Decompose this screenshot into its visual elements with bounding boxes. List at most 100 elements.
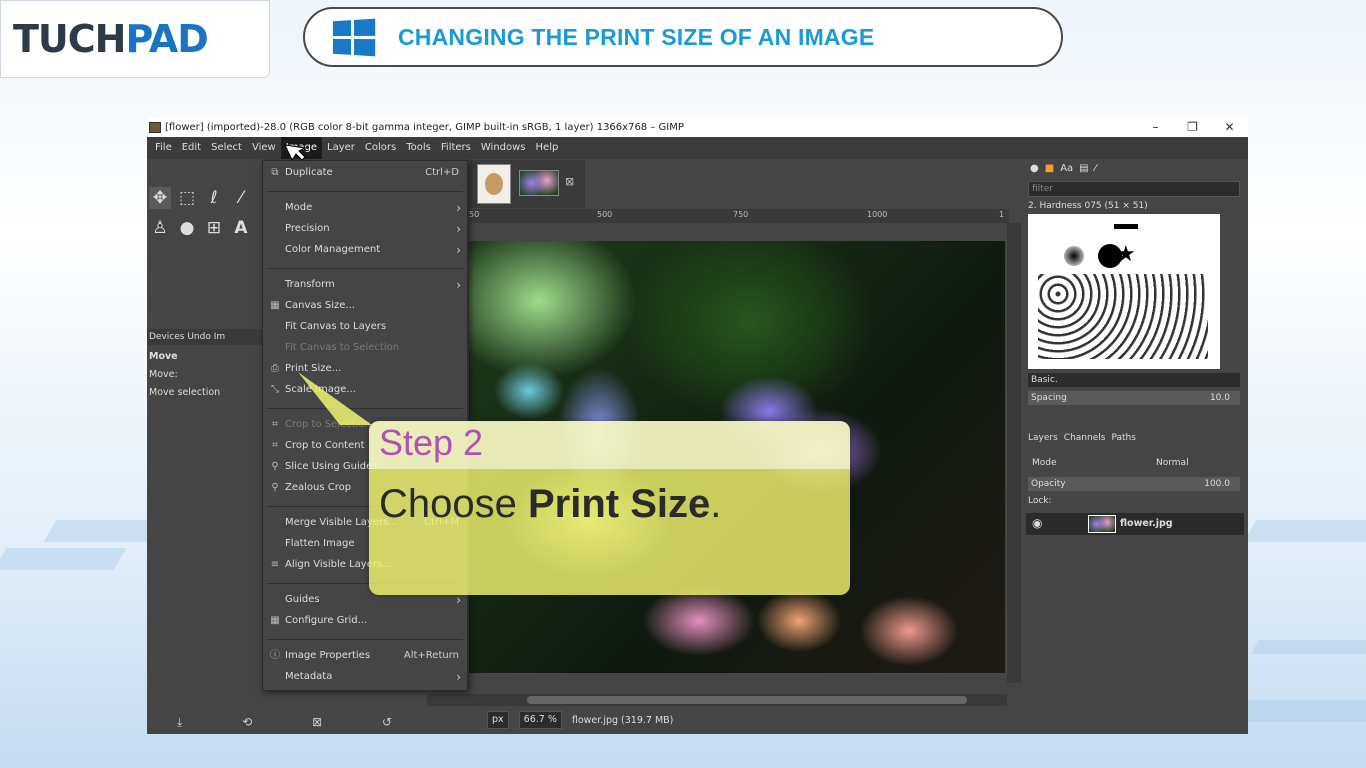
menu-colors[interactable]: Colors — [360, 137, 401, 159]
menu-edit[interactable]: Edit — [177, 137, 206, 159]
smudge-icon[interactable]: ● — [176, 217, 198, 239]
opacity-slider[interactable]: Opacity 100.0 — [1028, 477, 1240, 491]
menubar: File Edit Select View Image Layer Colors… — [147, 137, 1248, 159]
menu-select[interactable]: Select — [206, 137, 247, 159]
brush-tab-icon[interactable]: ● — [1030, 163, 1039, 174]
close-button[interactable]: ✕ — [1211, 120, 1248, 134]
tool-options-title: Move — [149, 351, 178, 362]
restore-button[interactable]: ❐ — [1174, 120, 1211, 134]
duplicate-icon: ⧉ — [271, 167, 279, 178]
zoom-select[interactable]: 66.7 % — [518, 711, 562, 729]
menu-view[interactable]: View — [247, 137, 281, 159]
menu-help[interactable]: Help — [531, 137, 564, 159]
file-info: flower.jpg (319.7 MB) — [571, 714, 674, 726]
close-tab-icon[interactable]: ⊠ — [565, 175, 574, 188]
fuzzy-select-icon[interactable]: ⁄ — [230, 187, 252, 209]
submenu-arrow-icon: › — [456, 670, 461, 684]
step-callout: Step 2 Choose Print Size. — [369, 421, 850, 595]
menu-item-canvas-size[interactable]: ▦ Canvas Size... — [263, 296, 467, 316]
save-options-icon[interactable]: ⤓ — [177, 715, 182, 730]
image-tab-dog[interactable] — [477, 164, 511, 204]
menu-item-mode[interactable]: Mode › — [263, 198, 467, 218]
mode-select[interactable]: Normal — [1156, 458, 1189, 468]
menu-item-label: Duplicate — [285, 167, 333, 178]
menu-item-label: Scale Image... — [285, 384, 356, 395]
crop-icon: ⌗ — [272, 440, 278, 451]
menu-item-transform[interactable]: Transform › — [263, 275, 467, 295]
menu-layer[interactable]: Layer — [322, 137, 360, 159]
tool-options: Move Move: Move selection — [147, 346, 263, 404]
menu-windows[interactable]: Windows — [476, 137, 531, 159]
status-bar: px 66.7 % flower.jpg (319.7 MB) — [427, 709, 1027, 731]
submenu-arrow-icon: › — [456, 243, 461, 257]
menu-item-duplicate[interactable]: ⧉ Duplicate Ctrl+D — [263, 163, 467, 183]
image-tab-flower[interactable] — [519, 170, 559, 196]
text-tool-icon[interactable]: A — [230, 217, 252, 239]
font-tab-icon[interactable]: Aa — [1060, 163, 1073, 174]
doc-tab-icon[interactable]: ▤ — [1079, 163, 1088, 174]
visibility-eye-icon[interactable]: ◉ — [1032, 516, 1042, 530]
menu-item-metadata[interactable]: Metadata › — [263, 667, 467, 687]
scroll-thumb[interactable] — [527, 696, 967, 704]
paths-tab[interactable]: Paths — [1111, 433, 1135, 443]
horizontal-scrollbar[interactable] — [427, 694, 1007, 706]
brush-item[interactable] — [1064, 246, 1084, 266]
rect-select-icon[interactable]: ⬚ — [176, 187, 198, 209]
unit-select[interactable]: px — [487, 711, 509, 729]
windows-logo-icon — [332, 18, 376, 56]
lasso-icon[interactable]: ℓ — [203, 187, 225, 209]
brush-grid[interactable]: ★ — [1028, 214, 1220, 369]
brush-texture-set[interactable] — [1038, 274, 1208, 359]
menu-separator — [267, 408, 463, 409]
menu-item-print-size[interactable]: ⎙ Print Size... — [263, 359, 467, 379]
window-titlebar: [flower] (imported)-28.0 (RGB color 8-bi… — [147, 117, 1248, 137]
menu-image[interactable]: Image — [280, 137, 323, 159]
layer-row[interactable]: ◉ flower.jpg — [1026, 513, 1244, 535]
menu-item-fit-canvas-to-layers[interactable]: Fit Canvas to Layers — [263, 317, 467, 337]
brush-item[interactable]: ★ — [1116, 242, 1136, 267]
spacing-label: Spacing — [1031, 393, 1067, 403]
menu-filters[interactable]: Filters — [436, 137, 476, 159]
instruction-bold: Print Size — [527, 482, 711, 526]
layers-tab[interactable]: Layers — [1028, 433, 1058, 443]
align-icon: ≡ — [270, 559, 280, 570]
menu-file[interactable]: File — [150, 137, 177, 159]
brush-dock-tabs: ● ■ Aa ▤ ⁄ — [1030, 163, 1096, 174]
window-title: [flower] (imported)-28.0 (RGB color 8-bi… — [165, 121, 684, 133]
menu-item-configure-grid[interactable]: ▦ Configure Grid... — [263, 611, 467, 631]
logo-part2: UCH — [37, 17, 127, 61]
menu-item-image-properties[interactable]: ⓘ Image Properties Alt+Return — [263, 646, 467, 666]
menu-item-color-management[interactable]: Color Management › — [263, 240, 467, 260]
menu-item-precision[interactable]: Precision › — [263, 219, 467, 239]
brush-preset-select[interactable]: Basic. — [1028, 373, 1240, 387]
move-tool-icon[interactable]: ✥ — [149, 187, 171, 209]
layer-name[interactable]: flower.jpg — [1120, 518, 1173, 529]
vertical-scrollbar[interactable] — [1007, 223, 1021, 683]
paths-icon[interactable]: ⊞ — [203, 217, 225, 239]
canvas-icon: ▦ — [270, 300, 280, 311]
reset-options-icon[interactable]: ↺ — [382, 715, 392, 729]
instruction-end: . — [710, 482, 722, 526]
dock-tabs[interactable]: Devices Undo Im — [147, 329, 263, 345]
delete-options-icon[interactable]: ⊠ — [312, 715, 322, 729]
instruction-text: Choose — [379, 482, 528, 526]
submenu-arrow-icon: › — [456, 222, 461, 236]
pattern-tab-icon[interactable]: ■ — [1045, 163, 1054, 174]
touchpad-logo: T UCH PAD — [0, 0, 270, 78]
dynamics-tab-icon[interactable]: ⁄ — [1095, 163, 1097, 174]
info-icon: ⓘ — [270, 650, 280, 661]
menu-item-scale-image[interactable]: ⤡ Scale Image... — [263, 380, 467, 400]
spacing-slider[interactable]: Spacing 10.0 — [1028, 391, 1240, 405]
layer-thumbnail — [1088, 515, 1116, 533]
toolbox-bottom-bar: ⤓ ⟲ ⊠ ↺ — [147, 712, 422, 732]
brush-item[interactable] — [1114, 224, 1138, 229]
brush-filter-input[interactable]: filter — [1028, 181, 1240, 197]
ruler-tick: 1 — [999, 210, 1005, 219]
channels-tab[interactable]: Channels — [1064, 433, 1106, 443]
minimize-button[interactable]: – — [1137, 120, 1174, 134]
menu-tools[interactable]: Tools — [401, 137, 436, 159]
clone-icon[interactable]: ♙ — [149, 217, 171, 239]
menu-shortcut: Ctrl+D — [425, 167, 459, 178]
restore-options-icon[interactable]: ⟲ — [242, 715, 252, 729]
step-instruction: Choose Print Size. — [379, 482, 721, 527]
